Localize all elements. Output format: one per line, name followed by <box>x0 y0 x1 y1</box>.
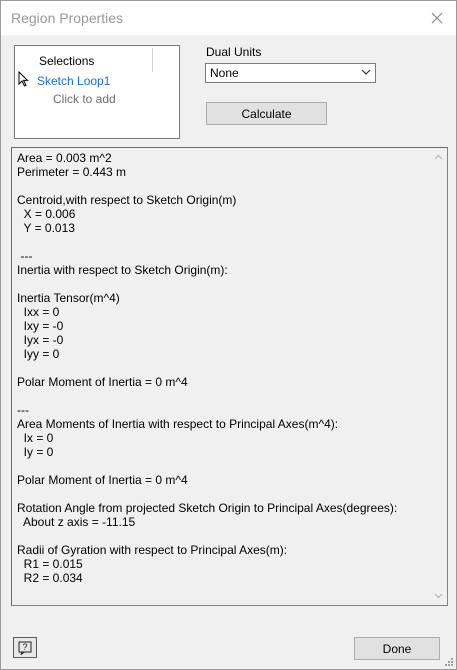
selections-panel: Selections Sketch Loop1 Click to add <box>14 45 180 139</box>
resize-grip-icon[interactable] <box>444 657 454 667</box>
mouse-pointer-icon <box>18 71 29 87</box>
close-icon <box>431 12 443 24</box>
results-text: Area = 0.003 m^2 Perimeter = 0.443 m Cen… <box>17 151 398 585</box>
calculate-button[interactable]: Calculate <box>206 102 327 125</box>
dual-units-label: Dual Units <box>206 45 262 59</box>
title-bar: Region Properties <box>1 1 456 35</box>
close-button[interactable] <box>424 5 450 31</box>
selection-item[interactable]: Sketch Loop1 <box>37 74 110 88</box>
column-divider[interactable] <box>152 48 153 72</box>
help-button[interactable]: ? <box>13 637 37 658</box>
dual-units-select[interactable]: None <box>205 63 376 83</box>
dual-units-value: None <box>210 66 239 80</box>
scroll-down-icon[interactable] <box>434 593 443 599</box>
results-textarea[interactable]: Area = 0.003 m^2 Perimeter = 0.443 m Cen… <box>11 147 448 606</box>
vertical-scrollbar[interactable] <box>430 148 447 605</box>
click-to-add-hint[interactable]: Click to add <box>53 92 116 106</box>
selections-header: Selections <box>39 54 95 68</box>
scroll-up-icon[interactable] <box>434 154 443 160</box>
help-icon: ? <box>18 641 32 655</box>
done-button[interactable]: Done <box>354 637 440 660</box>
chevron-down-icon <box>361 69 371 75</box>
svg-text:?: ? <box>22 642 27 652</box>
region-properties-dialog: Region Properties Selections Sketch Loop… <box>0 0 457 670</box>
window-title: Region Properties <box>11 10 124 26</box>
